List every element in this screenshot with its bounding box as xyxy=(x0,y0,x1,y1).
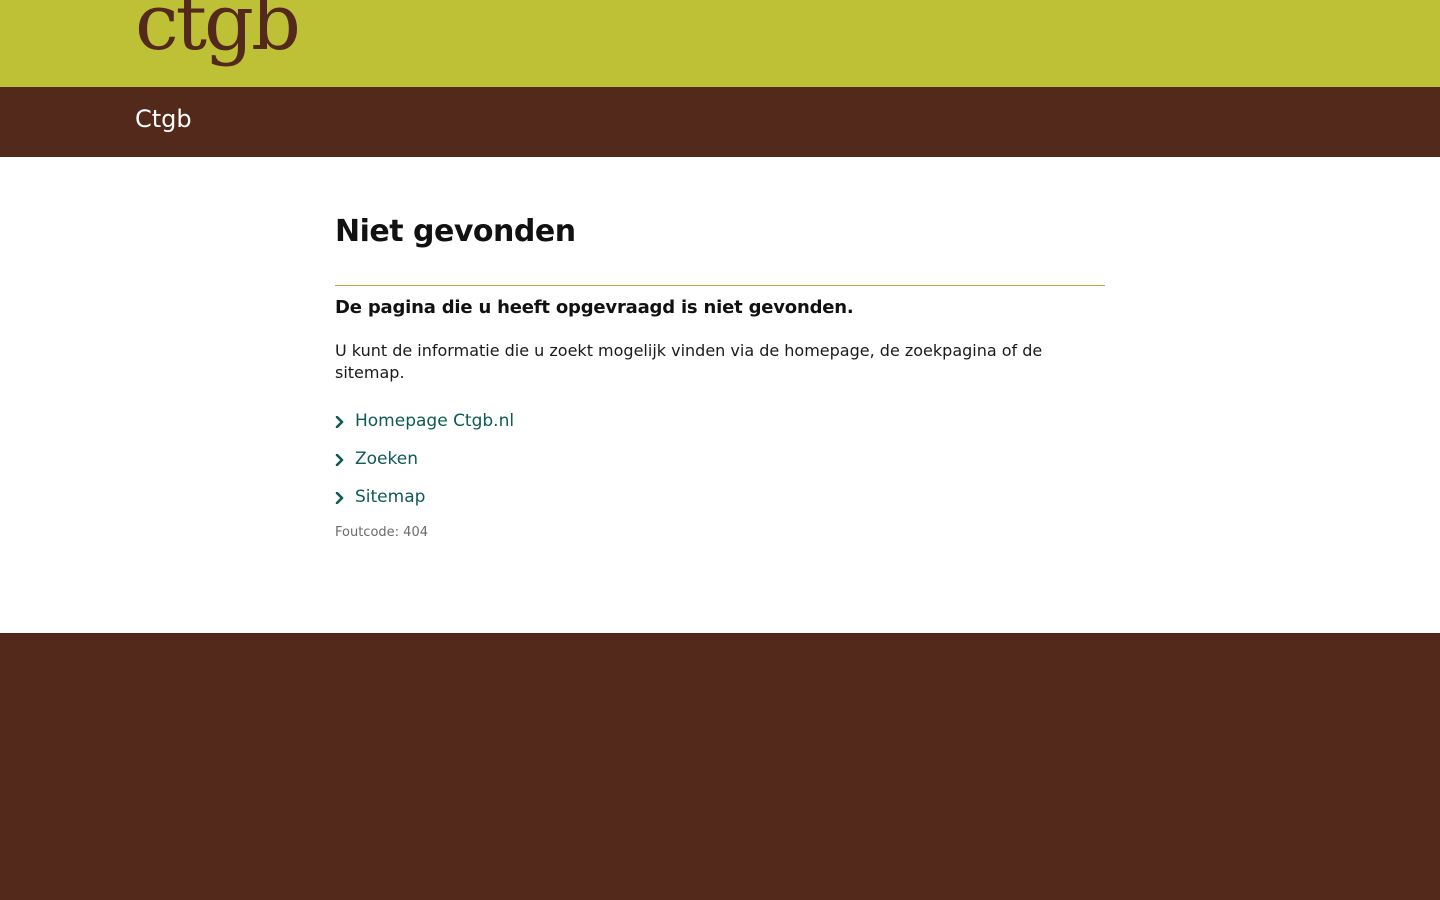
title-divider xyxy=(335,285,1105,286)
homepage-link[interactable]: Homepage Ctgb.nl xyxy=(355,410,514,432)
brand-bar: Ctgb xyxy=(0,87,1440,157)
page-title: Niet gevonden xyxy=(335,214,576,249)
chevron-right-icon xyxy=(335,410,355,428)
intro-text: U kunt de informatie die u zoekt mogelij… xyxy=(335,341,1043,382)
ctgb-logo[interactable]: ctgb xyxy=(135,0,298,87)
main-content: Niet gevonden De pagina die u heeft opge… xyxy=(335,213,1105,542)
list-item: Homepage Ctgb.nl xyxy=(335,410,1105,448)
chevron-right-icon xyxy=(335,448,355,466)
error-subheading: De pagina die u heeft opgevraagd is niet… xyxy=(335,297,854,318)
site-name-link[interactable]: Ctgb xyxy=(135,105,192,133)
help-links-list: Homepage Ctgb.nl Zoeken Sitemap xyxy=(335,410,1105,524)
error-code: Foutcode: 404 xyxy=(335,525,428,540)
search-link[interactable]: Zoeken xyxy=(355,448,418,470)
page-footer xyxy=(0,633,1440,900)
list-item: Zoeken xyxy=(335,448,1105,486)
sitemap-link[interactable]: Sitemap xyxy=(355,486,425,508)
top-banner: ctgb xyxy=(0,0,1440,87)
chevron-right-icon xyxy=(335,486,355,504)
list-item: Sitemap xyxy=(335,486,1105,524)
